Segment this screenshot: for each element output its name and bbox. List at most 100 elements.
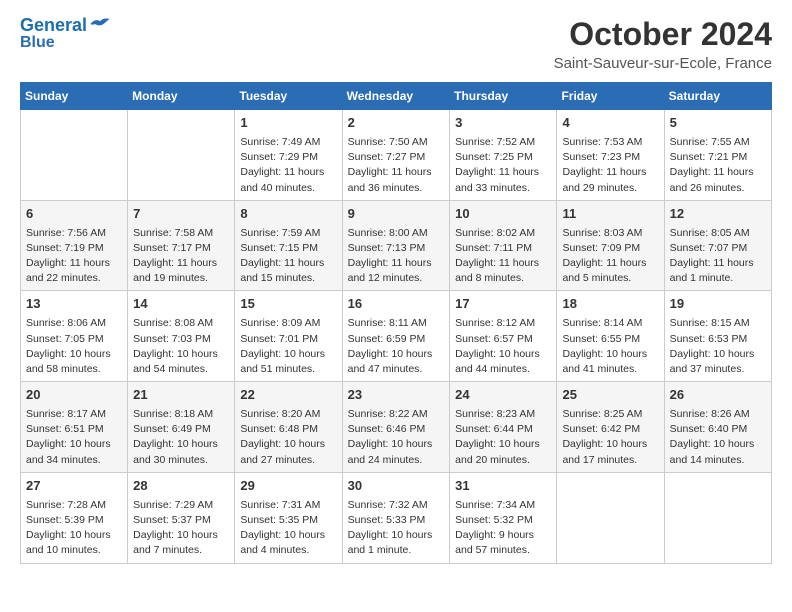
calendar-cell: 14Sunrise: 8:08 AM Sunset: 7:03 PM Dayli… xyxy=(128,291,235,382)
calendar-cell: 9Sunrise: 8:00 AM Sunset: 7:13 PM Daylig… xyxy=(342,200,450,291)
cell-content: Sunrise: 7:49 AM Sunset: 7:29 PM Dayligh… xyxy=(240,135,336,196)
day-number: 20 xyxy=(26,386,122,405)
cell-content: Sunrise: 8:15 AM Sunset: 6:53 PM Dayligh… xyxy=(670,316,766,377)
bird-icon xyxy=(89,16,111,32)
calendar-cell: 11 Sunrise: 8:03 AM Sunset: 7:09 PM Dayli… xyxy=(557,200,664,291)
calendar-week-row: 6 Sunrise: 7:56 AM Sunset: 7:19 PM Daylig… xyxy=(21,200,772,291)
calendar-cell: 27Sunrise: 7:28 AM Sunset: 5:39 PM Dayli… xyxy=(21,472,128,563)
day-number: 1 xyxy=(240,114,336,133)
cell-content: Sunrise: 8:22 AM Sunset: 6:46 PM Dayligh… xyxy=(348,407,445,468)
cell-content: Sunrise: 8:12 AM Sunset: 6:57 PM Dayligh… xyxy=(455,316,551,377)
cell-content: Sunrise: 8:17 AM Sunset: 6:51 PM Dayligh… xyxy=(26,407,122,468)
day-number: 12 xyxy=(670,205,766,224)
day-number: 26 xyxy=(670,386,766,405)
calendar-cell xyxy=(128,110,235,201)
day-number: 15 xyxy=(240,295,336,314)
calendar-cell: 7 Sunrise: 7:58 AM Sunset: 7:17 PM Daylig… xyxy=(128,200,235,291)
calendar-cell: 17Sunrise: 8:12 AM Sunset: 6:57 PM Dayli… xyxy=(450,291,557,382)
cell-content: Sunrise: 8:06 AM Sunset: 7:05 PM Dayligh… xyxy=(26,316,122,377)
day-number: 31 xyxy=(455,477,551,496)
cell-content: Sunrise: 8:03 AM Sunset: 7:09 PM Dayligh… xyxy=(562,226,658,287)
col-header-wednesday: Wednesday xyxy=(342,83,450,110)
calendar-cell: 18Sunrise: 8:14 AM Sunset: 6:55 PM Dayli… xyxy=(557,291,664,382)
calendar-cell: 10 Sunrise: 8:02 AM Sunset: 7:11 PM Dayli… xyxy=(450,200,557,291)
calendar-cell: 21 Sunrise: 8:18 AM Sunset: 6:49 PM Dayli… xyxy=(128,382,235,473)
col-header-friday: Friday xyxy=(557,83,664,110)
day-number: 6 xyxy=(26,205,122,224)
location: Saint-Sauveur-sur-Ecole, France xyxy=(554,55,772,72)
cell-content: Sunrise: 8:02 AM Sunset: 7:11 PM Dayligh… xyxy=(455,226,551,287)
calendar-cell xyxy=(557,472,664,563)
cell-content: Sunrise: 8:20 AM Sunset: 6:48 PM Dayligh… xyxy=(240,407,336,468)
calendar-cell: 12 Sunrise: 8:05 AM Sunset: 7:07 PM Dayli… xyxy=(664,200,771,291)
calendar-cell xyxy=(664,472,771,563)
calendar-header-row: SundayMondayTuesdayWednesdayThursdayFrid… xyxy=(21,83,772,110)
col-header-tuesday: Tuesday xyxy=(235,83,342,110)
day-number: 8 xyxy=(240,205,336,224)
col-header-thursday: Thursday xyxy=(450,83,557,110)
col-header-sunday: Sunday xyxy=(21,83,128,110)
day-number: 3 xyxy=(455,114,551,133)
day-number: 22 xyxy=(240,386,336,405)
cell-content: Sunrise: 7:50 AM Sunset: 7:27 PM Dayligh… xyxy=(348,135,445,196)
page: General Blue October 2024 Saint-Sauveur-… xyxy=(0,0,792,584)
calendar-cell: 19 Sunrise: 8:15 AM Sunset: 6:53 PM Dayli… xyxy=(664,291,771,382)
calendar-cell: 13Sunrise: 8:06 AM Sunset: 7:05 PM Dayli… xyxy=(21,291,128,382)
day-number: 29 xyxy=(240,477,336,496)
day-number: 23 xyxy=(348,386,445,405)
cell-content: Sunrise: 7:28 AM Sunset: 5:39 PM Dayligh… xyxy=(26,498,122,559)
calendar-cell: 4Sunrise: 7:53 AM Sunset: 7:23 PM Daylig… xyxy=(557,110,664,201)
calendar-cell: 3 Sunrise: 7:52 AM Sunset: 7:25 PM Daylig… xyxy=(450,110,557,201)
day-number: 21 xyxy=(133,386,229,405)
cell-content: Sunrise: 8:09 AM Sunset: 7:01 PM Dayligh… xyxy=(240,316,336,377)
calendar-week-row: 13Sunrise: 8:06 AM Sunset: 7:05 PM Dayli… xyxy=(21,291,772,382)
calendar-cell: 30 Sunrise: 7:32 AM Sunset: 5:33 PM Dayli… xyxy=(342,472,450,563)
cell-content: Sunrise: 8:18 AM Sunset: 6:49 PM Dayligh… xyxy=(133,407,229,468)
calendar-cell: 20 Sunrise: 8:17 AM Sunset: 6:51 PM Dayli… xyxy=(21,382,128,473)
calendar-cell: 5Sunrise: 7:55 AM Sunset: 7:21 PM Daylig… xyxy=(664,110,771,201)
calendar-cell: 2 Sunrise: 7:50 AM Sunset: 7:27 PM Daylig… xyxy=(342,110,450,201)
calendar-cell: 1 Sunrise: 7:49 AM Sunset: 7:29 PM Daylig… xyxy=(235,110,342,201)
day-number: 25 xyxy=(562,386,658,405)
day-number: 7 xyxy=(133,205,229,224)
calendar-cell xyxy=(21,110,128,201)
calendar-cell: 25 Sunrise: 8:25 AM Sunset: 6:42 PM Dayli… xyxy=(557,382,664,473)
cell-content: Sunrise: 8:05 AM Sunset: 7:07 PM Dayligh… xyxy=(670,226,766,287)
day-number: 11 xyxy=(562,205,658,224)
day-number: 19 xyxy=(670,295,766,314)
cell-content: Sunrise: 8:11 AM Sunset: 6:59 PM Dayligh… xyxy=(348,316,445,377)
calendar-week-row: 27Sunrise: 7:28 AM Sunset: 5:39 PM Dayli… xyxy=(21,472,772,563)
day-number: 24 xyxy=(455,386,551,405)
cell-content: Sunrise: 7:52 AM Sunset: 7:25 PM Dayligh… xyxy=(455,135,551,196)
day-number: 10 xyxy=(455,205,551,224)
calendar-week-row: 20 Sunrise: 8:17 AM Sunset: 6:51 PM Dayli… xyxy=(21,382,772,473)
cell-content: Sunrise: 8:26 AM Sunset: 6:40 PM Dayligh… xyxy=(670,407,766,468)
title-block: October 2024 Saint-Sauveur-sur-Ecole, Fr… xyxy=(554,16,772,72)
cell-content: Sunrise: 7:58 AM Sunset: 7:17 PM Dayligh… xyxy=(133,226,229,287)
calendar-cell: 15 Sunrise: 8:09 AM Sunset: 7:01 PM Dayli… xyxy=(235,291,342,382)
cell-content: Sunrise: 7:34 AM Sunset: 5:32 PM Dayligh… xyxy=(455,498,551,559)
calendar-cell: 31 Sunrise: 7:34 AM Sunset: 5:32 PM Dayli… xyxy=(450,472,557,563)
calendar-week-row: 1 Sunrise: 7:49 AM Sunset: 7:29 PM Daylig… xyxy=(21,110,772,201)
cell-content: Sunrise: 7:59 AM Sunset: 7:15 PM Dayligh… xyxy=(240,226,336,287)
cell-content: Sunrise: 8:00 AM Sunset: 7:13 PM Dayligh… xyxy=(348,226,445,287)
day-number: 2 xyxy=(348,114,445,133)
cell-content: Sunrise: 8:08 AM Sunset: 7:03 PM Dayligh… xyxy=(133,316,229,377)
calendar-cell: 28Sunrise: 7:29 AM Sunset: 5:37 PM Dayli… xyxy=(128,472,235,563)
day-number: 30 xyxy=(348,477,445,496)
calendar-cell: 26 Sunrise: 8:26 AM Sunset: 6:40 PM Dayli… xyxy=(664,382,771,473)
calendar-cell: 24 Sunrise: 8:23 AM Sunset: 6:44 PM Dayli… xyxy=(450,382,557,473)
col-header-saturday: Saturday xyxy=(664,83,771,110)
calendar-cell: 29 Sunrise: 7:31 AM Sunset: 5:35 PM Dayli… xyxy=(235,472,342,563)
logo: General Blue xyxy=(20,16,111,51)
cell-content: Sunrise: 8:25 AM Sunset: 6:42 PM Dayligh… xyxy=(562,407,658,468)
day-number: 18 xyxy=(562,295,658,314)
cell-content: Sunrise: 8:23 AM Sunset: 6:44 PM Dayligh… xyxy=(455,407,551,468)
logo-blue-text: Blue xyxy=(20,34,55,52)
cell-content: Sunrise: 7:29 AM Sunset: 5:37 PM Dayligh… xyxy=(133,498,229,559)
cell-content: Sunrise: 7:32 AM Sunset: 5:33 PM Dayligh… xyxy=(348,498,445,559)
header: General Blue October 2024 Saint-Sauveur-… xyxy=(20,16,772,72)
cell-content: Sunrise: 7:56 AM Sunset: 7:19 PM Dayligh… xyxy=(26,226,122,287)
day-number: 5 xyxy=(670,114,766,133)
cell-content: Sunrise: 7:31 AM Sunset: 5:35 PM Dayligh… xyxy=(240,498,336,559)
